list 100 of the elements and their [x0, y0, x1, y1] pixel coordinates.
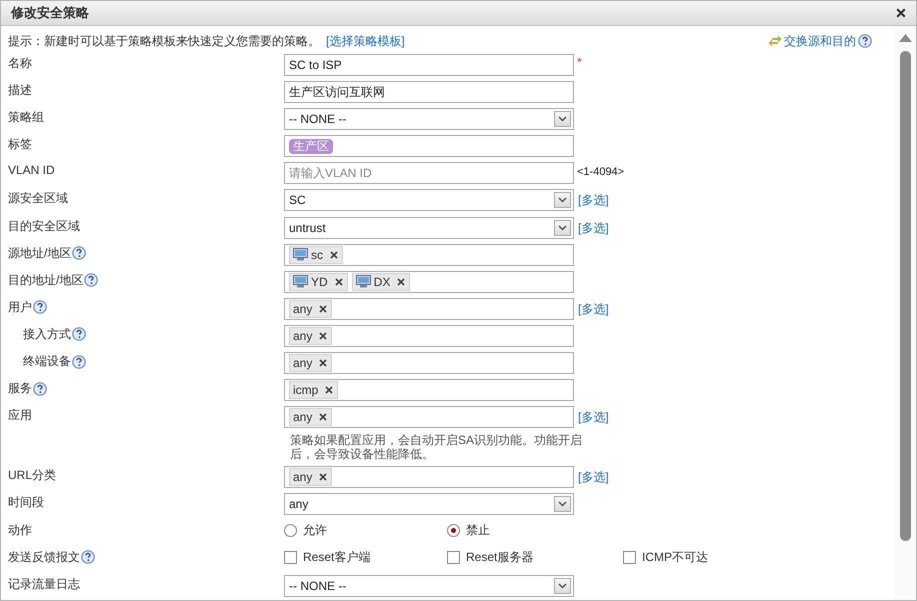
field-label: 记录流量日志 [8, 576, 80, 593]
multi-select-link[interactable]: [多选] [578, 302, 609, 316]
field-label: VLAN ID [8, 163, 55, 178]
token: any [289, 326, 332, 345]
dropdown-button[interactable] [554, 192, 571, 208]
remove-icon [397, 278, 406, 286]
multi-select-link[interactable]: [多选] [578, 410, 609, 424]
template-link[interactable]: [选择策略模板] [326, 32, 405, 50]
help-icon[interactable] [858, 34, 872, 48]
close-button[interactable] [894, 6, 908, 20]
text-field[interactable]: 请输入VLAN ID [284, 162, 574, 184]
field-label: 目的安全区域 [8, 218, 80, 235]
field-label: 动作 [8, 522, 32, 538]
checkbox[interactable] [284, 550, 297, 564]
scrollbar[interactable] [894, 26, 916, 600]
monitor-icon [293, 275, 308, 288]
field-label: 接入方式 [23, 326, 71, 343]
dropdown-button[interactable] [554, 220, 571, 236]
caret-icon [558, 224, 567, 231]
remove-icon [319, 332, 328, 340]
help-icon[interactable] [84, 273, 98, 288]
field-label: 发送反馈报文 [8, 548, 80, 566]
field-label: 描述 [8, 82, 32, 100]
option-label: ICMP不可达 [642, 548, 708, 566]
text-field[interactable]: SC to ISP [284, 54, 574, 76]
dropdown[interactable]: SC [284, 189, 574, 212]
checkbox[interactable] [623, 550, 636, 564]
remove-icon [334, 278, 343, 286]
window-title: 修改安全策略 [11, 4, 89, 22]
token-field[interactable]: any [284, 352, 574, 374]
help-icon[interactable] [72, 246, 86, 260]
field-label: 服务 [8, 380, 32, 398]
remove-icon [325, 386, 334, 394]
swap-icon [768, 35, 782, 47]
field-label: 终端设备 [23, 353, 71, 370]
field-label: 源地址/地区 [8, 244, 72, 262]
token-field[interactable]: icmp [284, 379, 574, 402]
remove-icon [319, 359, 328, 368]
option-label: Reset服务器 [466, 548, 534, 566]
token: any [289, 300, 332, 318]
dropdown[interactable]: -- NONE -- [284, 574, 574, 597]
checkbox-option[interactable]: ICMP不可达 [623, 548, 708, 566]
token: any [289, 408, 332, 426]
token-field[interactable]: any [284, 466, 574, 488]
help-icon[interactable] [72, 354, 86, 369]
token: any [289, 354, 332, 372]
multi-select-link[interactable]: [多选] [578, 220, 609, 235]
note-text: 策略如果配置应用，会自动开启SA识别功能。功能开启后，会导致设备性能降低。 [290, 433, 584, 462]
caret-icon [558, 197, 567, 204]
caret-icon [558, 501, 567, 508]
token: sc [289, 246, 343, 264]
field-label: 时间段 [8, 494, 44, 512]
radio-option[interactable]: 禁止 [447, 522, 623, 538]
token-field[interactable]: sc [284, 244, 574, 266]
swap-link[interactable]: 交换源和目的 [768, 32, 872, 50]
token: icmp [289, 381, 338, 400]
remove-icon [330, 250, 338, 259]
field-label: 用户 [8, 298, 32, 316]
remove-icon [319, 304, 328, 313]
radio-button[interactable] [284, 524, 297, 536]
help-icon[interactable] [33, 382, 47, 396]
token-field[interactable]: any [284, 406, 574, 428]
option-label: Reset客户端 [303, 548, 370, 566]
remove-icon [319, 473, 328, 482]
checkbox-option[interactable]: Reset客户端 [284, 548, 447, 566]
option-label: 禁止 [466, 522, 490, 538]
range-hint: <1-4094> [576, 165, 624, 178]
required-mark: * [576, 54, 582, 69]
help-icon[interactable] [81, 550, 95, 564]
field-label: 标签 [8, 136, 32, 154]
token: DX [352, 272, 410, 291]
checkbox[interactable] [447, 550, 460, 564]
field-label: 名称 [8, 55, 32, 72]
radio-option[interactable]: 允许 [284, 522, 447, 538]
dropdown[interactable]: -- NONE -- [284, 108, 574, 130]
hint-text: 提示：新建时可以基于策略模板来快速定义您需要的策略。 [8, 32, 320, 50]
dropdown-button[interactable] [554, 111, 571, 128]
token-field[interactable]: any [284, 324, 574, 347]
monitor-icon [356, 275, 371, 288]
field-label: URL分类 [8, 467, 56, 484]
dropdown[interactable]: any [284, 493, 574, 516]
multi-select-link[interactable]: [多选] [578, 470, 609, 484]
dropdown-button[interactable] [554, 578, 571, 594]
dropdown[interactable]: untrust [284, 216, 574, 239]
help-icon[interactable] [72, 327, 86, 342]
option-label: 允许 [303, 522, 327, 538]
token-field[interactable]: any [284, 298, 574, 320]
checkbox-option[interactable]: Reset服务器 [447, 548, 623, 566]
multi-select-link[interactable]: [多选] [578, 193, 609, 208]
text-field[interactable]: 生产区访问互联网 [284, 81, 574, 104]
remove-icon [319, 413, 328, 422]
caret-icon [558, 116, 567, 122]
field-label: 应用 [8, 407, 32, 424]
radio-button[interactable] [447, 524, 460, 536]
scroll-up-icon[interactable] [898, 34, 912, 42]
scrollbar-thumb[interactable] [900, 51, 910, 541]
token-field[interactable]: YD DX [284, 270, 574, 293]
help-icon[interactable] [33, 300, 47, 314]
close-icon [896, 8, 906, 18]
dropdown-button[interactable] [554, 496, 571, 512]
